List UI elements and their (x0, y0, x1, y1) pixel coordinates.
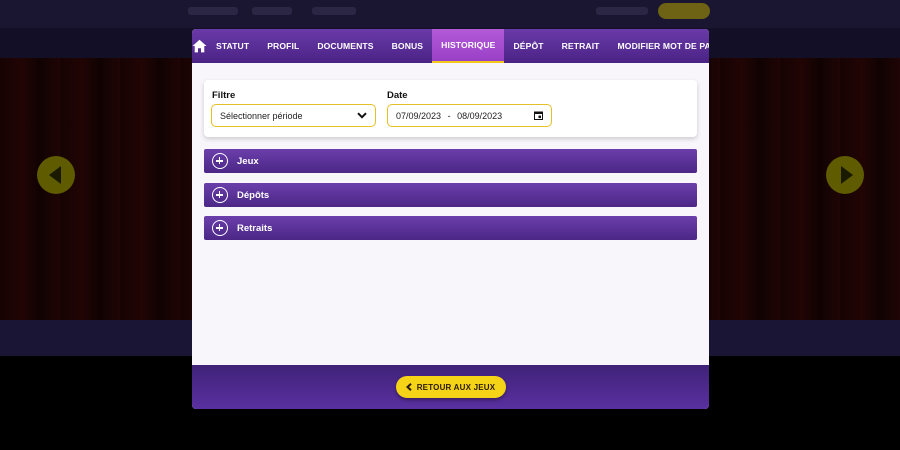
date-separator: - (447, 110, 451, 121)
background-link (596, 7, 648, 15)
background-logo (188, 7, 238, 15)
background-link (312, 7, 356, 15)
tab-modifier-mot-de-passe[interactable]: MODIFIER MOT DE PASSE (609, 29, 709, 63)
modal-footer: RETOUR AUX JEUX (192, 365, 709, 409)
chevron-down-icon (357, 112, 367, 119)
tab-profil[interactable]: PROFIL (258, 29, 308, 63)
date-range-input[interactable]: 07/09/2023 - 08/09/2023 (387, 104, 552, 127)
plus-circle-icon (212, 220, 228, 236)
account-modal: STATUT PROFIL DOCUMENTS BONUS HISTORIQUE… (192, 29, 709, 409)
tab-historique[interactable]: HISTORIQUE (432, 29, 505, 63)
tab-statut[interactable]: STATUT (207, 29, 258, 63)
home-icon (192, 39, 207, 53)
slider-next-icon (826, 156, 864, 194)
slider-prev-icon (37, 156, 75, 194)
plus-circle-icon (212, 153, 228, 169)
filter-label: Filtre (212, 90, 236, 101)
section-label: Dépôts (237, 189, 270, 201)
section-label: Retraits (237, 222, 273, 234)
chevron-left-icon (405, 383, 412, 391)
date-to: 08/09/2023 (457, 110, 503, 121)
period-select[interactable]: Sélectionner période (211, 104, 376, 127)
calendar-icon[interactable] (534, 111, 543, 120)
tab-documents[interactable]: DOCUMENTS (308, 29, 382, 63)
tab-bonus[interactable]: BONUS (383, 29, 433, 63)
background-link (252, 7, 292, 15)
date-label: Date (387, 90, 408, 101)
history-content: Filtre Sélectionner période Date 07/09/2… (192, 63, 709, 365)
section-label: Jeux (237, 155, 259, 167)
back-to-games-button[interactable]: RETOUR AUX JEUX (395, 376, 506, 398)
date-range-value: 07/09/2023 - 08/09/2023 (396, 111, 506, 121)
back-button-label: RETOUR AUX JEUX (416, 382, 496, 392)
section-jeux[interactable]: Jeux (204, 149, 697, 173)
tab-depot[interactable]: DÉPÔT (504, 29, 552, 63)
background-button (658, 3, 710, 19)
section-depots[interactable]: Dépôts (204, 183, 697, 207)
period-select-value: Sélectionner période (220, 110, 303, 121)
section-retraits[interactable]: Retraits (204, 216, 697, 240)
tab-retrait[interactable]: RETRAIT (553, 29, 609, 63)
date-from: 07/09/2023 (396, 110, 442, 121)
background-header (0, 0, 900, 28)
plus-circle-icon (212, 187, 228, 203)
account-nav: STATUT PROFIL DOCUMENTS BONUS HISTORIQUE… (192, 29, 709, 63)
filter-card: Filtre Sélectionner période Date 07/09/2… (204, 80, 697, 137)
home-button[interactable] (192, 29, 207, 63)
